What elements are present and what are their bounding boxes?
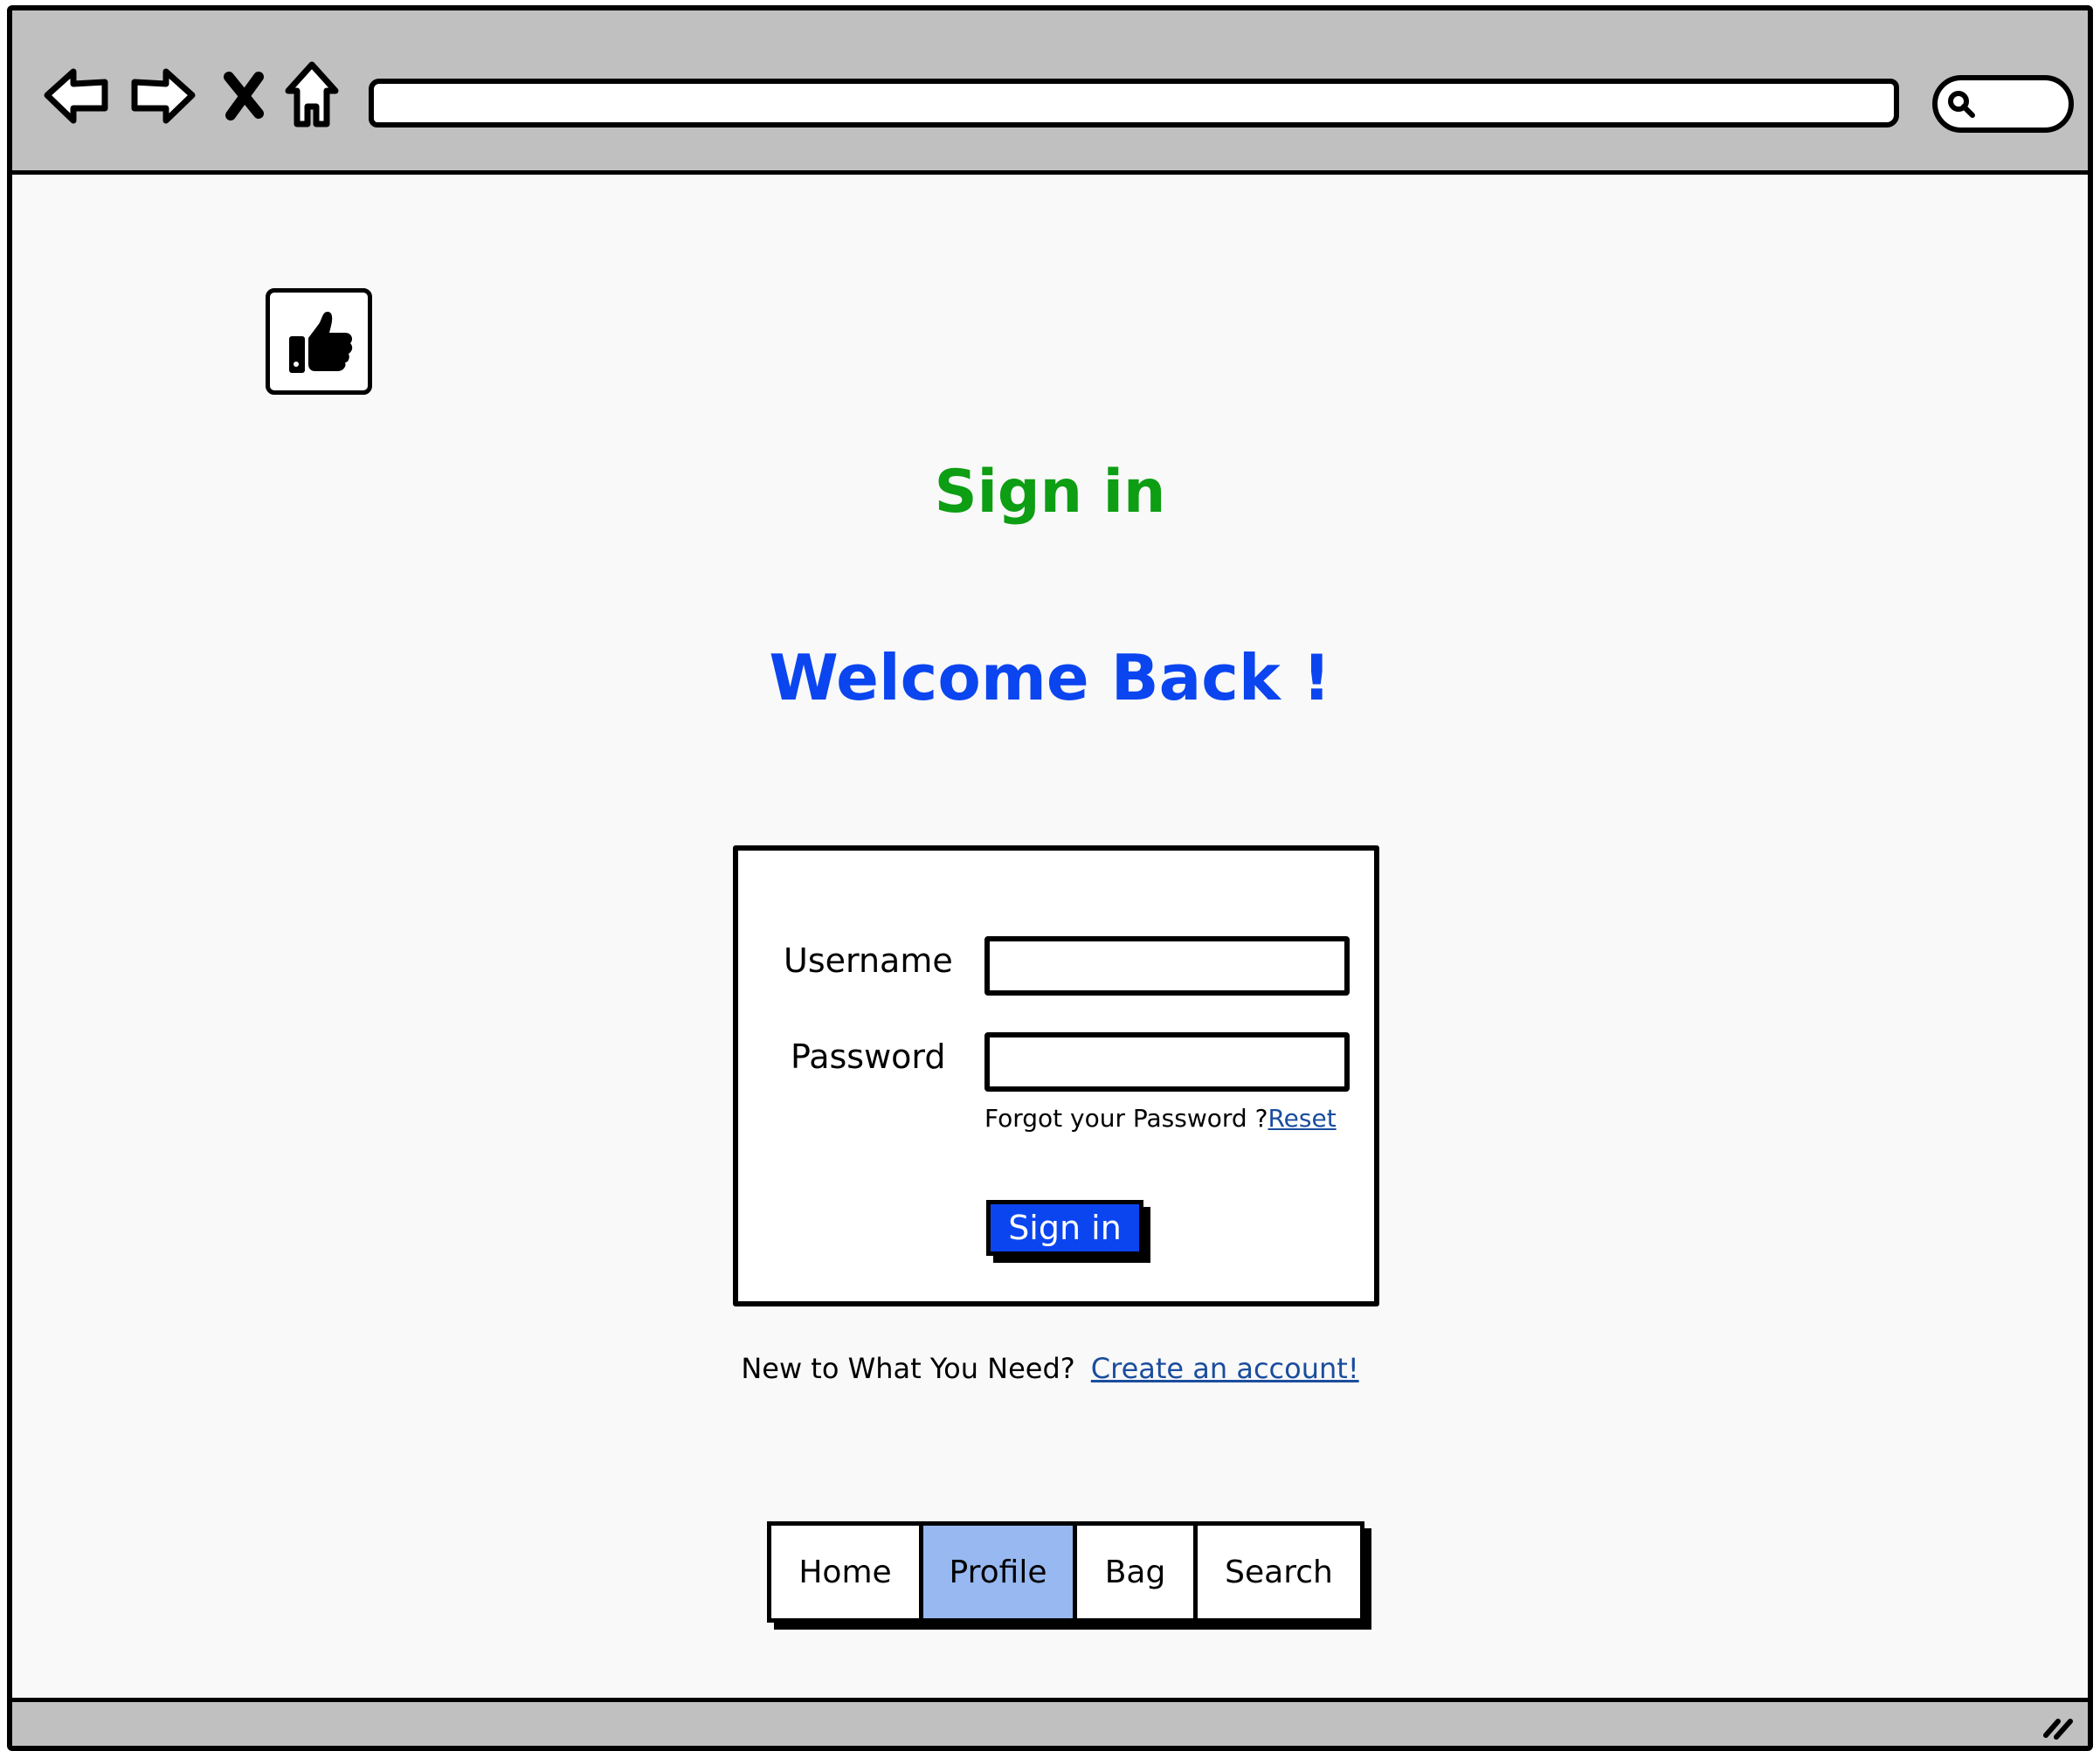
tab-bag[interactable]: Bag [1077, 1526, 1198, 1618]
forgot-password-text: Forgot your Password ? [984, 1104, 1268, 1133]
username-input[interactable] [984, 936, 1350, 996]
tab-profile[interactable]: Profile [923, 1526, 1077, 1618]
signup-prompt: New to What You Need? Create an account! [12, 1352, 2088, 1385]
status-bar [12, 1698, 2088, 1746]
close-icon[interactable] [218, 56, 271, 134]
browser-toolbar [12, 10, 2088, 175]
signup-text: New to What You Need? [741, 1352, 1075, 1385]
password-input[interactable] [984, 1032, 1350, 1092]
create-account-link[interactable]: Create an account! [1091, 1352, 1359, 1385]
forward-arrow-icon[interactable] [128, 56, 197, 134]
username-label: Username [784, 941, 953, 980]
page-title: Sign in [934, 458, 1166, 527]
resize-grip-icon[interactable] [2041, 1709, 2076, 1741]
home-icon[interactable] [281, 56, 342, 134]
browser-window: Sign in Welcome Back ! Username Password… [7, 5, 2093, 1751]
logo[interactable] [266, 288, 372, 395]
login-form: Username Password Forgot your Password ?… [733, 845, 1379, 1306]
thumbs-up-icon [289, 312, 353, 373]
forgot-password-row: Forgot your Password ?Reset [984, 1104, 1337, 1133]
bottom-tab-bar: Home Profile Bag Search [767, 1521, 1364, 1623]
search-icon [1948, 91, 1975, 118]
browser-search-box[interactable] [1932, 75, 2074, 133]
address-bar[interactable] [369, 79, 1899, 128]
reset-password-link[interactable]: Reset [1268, 1104, 1336, 1133]
tab-search[interactable]: Search [1198, 1526, 1360, 1618]
password-label: Password [791, 1038, 946, 1076]
sign-in-button[interactable]: Sign in [986, 1200, 1143, 1256]
welcome-heading: Welcome Back ! [769, 641, 1331, 714]
tab-home[interactable]: Home [771, 1526, 923, 1618]
back-arrow-icon[interactable] [42, 56, 112, 134]
